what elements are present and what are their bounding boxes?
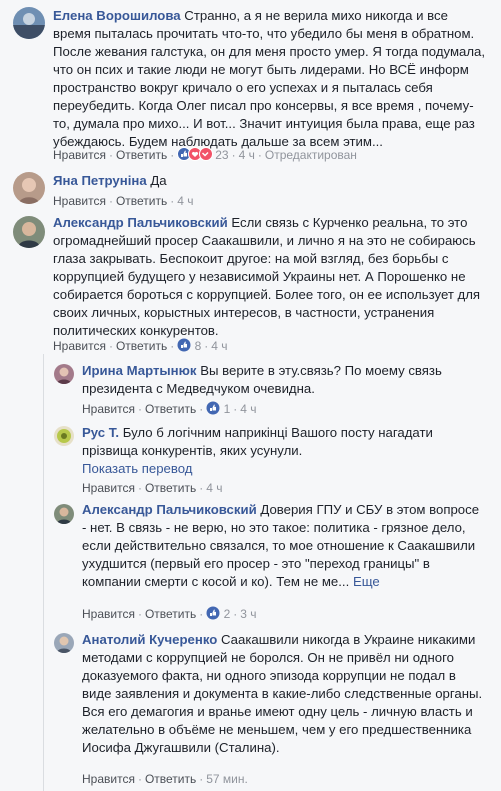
reply-actions: Нравится · Ответить · 2 · 3 ч (82, 606, 257, 624)
avatar[interactable] (13, 172, 45, 204)
timestamp[interactable]: 4 ч (239, 148, 255, 162)
timestamp[interactable]: 4 ч (206, 481, 222, 495)
like-reaction-icon[interactable] (177, 338, 191, 356)
like-button[interactable]: Нравится (82, 772, 135, 786)
reply-button[interactable]: Ответить (116, 148, 167, 162)
like-reaction-icon[interactable] (206, 401, 220, 419)
author-name[interactable]: Александр Пальчиковский (53, 215, 228, 230)
reaction-count[interactable]: 1 (224, 402, 231, 416)
comment: Елена Ворошилова Странно, а я не верила … (53, 7, 488, 151)
reply-actions: Нравится · Ответить · 4 ч (82, 481, 223, 495)
like-button[interactable]: Нравится (53, 148, 106, 162)
timestamp[interactable]: 57 мин. (206, 772, 248, 786)
reply-button[interactable]: Ответить (145, 402, 196, 416)
avatar[interactable] (54, 426, 74, 446)
reply-button[interactable]: Ответить (145, 607, 196, 621)
like-button[interactable]: Нравится (53, 194, 106, 208)
author-name[interactable]: Рус Т. (82, 425, 119, 440)
edited-label[interactable]: Отредактирован (265, 148, 357, 162)
like-button[interactable]: Нравится (82, 481, 135, 495)
like-button[interactable]: Нравится (53, 339, 106, 353)
reply-button[interactable]: Ответить (145, 772, 196, 786)
timestamp[interactable]: 4 ч (177, 194, 193, 208)
author-name[interactable]: Ирина Мартынюк (82, 363, 197, 378)
avatar[interactable] (54, 504, 74, 524)
author-name[interactable]: Александр Пальчиковский (82, 502, 257, 517)
show-translation-link[interactable]: Показать перевод (82, 460, 487, 478)
like-button[interactable]: Нравится (82, 607, 135, 621)
like-reaction-icon[interactable] (206, 606, 220, 624)
reply-actions: Нравится · Ответить · 1 · 4 ч (82, 401, 257, 419)
reply-text: Саакашвили никогда в Украине никакими ме… (82, 632, 483, 755)
timestamp[interactable]: 4 ч (240, 402, 256, 416)
thread-line (43, 354, 44, 791)
reaction-count[interactable]: 23 (215, 148, 228, 162)
comment: Яна Петруніна Да (53, 172, 488, 190)
reply-button[interactable]: Ответить (116, 194, 167, 208)
timestamp[interactable]: 3 ч (240, 607, 256, 621)
avatar[interactable] (13, 7, 45, 39)
comment-actions: Нравится · Ответить · 8 · 4 ч (53, 338, 228, 356)
reply: Александр Пальчиковский Доверия ГПУ и СБ… (82, 501, 487, 591)
comment-text: Да (150, 173, 167, 188)
reaction-count[interactable]: 2 (224, 607, 231, 621)
reply: Анатолий Кучеренко Саакашвили никогда в … (82, 631, 487, 757)
reply: Рус Т. Було б логічним наприкінці Вашого… (82, 424, 487, 478)
timestamp[interactable]: 4 ч (211, 339, 227, 353)
reply-text: Було б логічним наприкінці Вашого посту … (82, 425, 433, 458)
avatar[interactable] (54, 633, 74, 653)
reply: Ирина Мартынюк Вы верите в эту.связь? По… (82, 362, 487, 398)
comment-actions: Нравится · Ответить · 4 ч (53, 194, 194, 208)
reply-button[interactable]: Ответить (145, 481, 196, 495)
reply-button[interactable]: Ответить (116, 339, 167, 353)
author-name[interactable]: Анатолий Кучеренко (82, 632, 217, 647)
author-name[interactable]: Елена Ворошилова (53, 8, 181, 23)
comment: Александр Пальчиковский Если связь с Кур… (53, 214, 488, 340)
avatar[interactable] (13, 216, 45, 248)
like-button[interactable]: Нравится (82, 402, 135, 416)
reply-actions: Нравится · Ответить · 57 мин. (82, 772, 248, 786)
comment-actions: Нравится · Ответить · 23 · 4 ч · Отредактирован (53, 147, 357, 165)
reaction-count[interactable]: 8 (195, 339, 202, 353)
comment-text: Если связь с Курченко реальна, то это ог… (53, 215, 481, 338)
author-name[interactable]: Яна Петруніна (53, 173, 147, 188)
see-more-link[interactable]: Еще (353, 574, 380, 589)
reactions-icon[interactable] (177, 147, 215, 165)
comment-text: Странно, а я не верила михо никогда и вс… (53, 8, 486, 149)
avatar[interactable] (54, 364, 74, 384)
